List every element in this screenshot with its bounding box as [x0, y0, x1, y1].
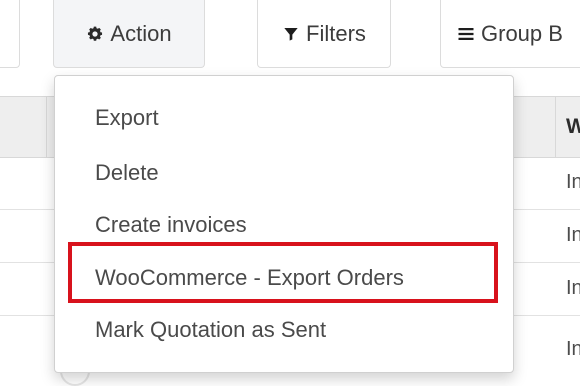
- action-button-label: Action: [110, 20, 172, 46]
- row-cell-partial: In: [566, 277, 580, 299]
- gear-icon: [86, 25, 104, 43]
- toolbar-left-button[interactable]: [0, 0, 20, 68]
- action-button[interactable]: Action: [53, 0, 205, 68]
- column-separator: [46, 97, 47, 157]
- bars-icon: [457, 25, 475, 43]
- control-panel-toolbar: Action Filters Group B: [0, 0, 580, 72]
- filters-button[interactable]: Filters: [257, 0, 391, 68]
- filters-button-label: Filters: [306, 20, 366, 46]
- group-by-button[interactable]: Group B: [440, 0, 580, 68]
- funnel-icon: [282, 25, 300, 43]
- row-cell-partial: In: [566, 224, 580, 246]
- menu-item-create-invoices[interactable]: Create invoices: [95, 212, 247, 238]
- column-header-partial[interactable]: W: [566, 115, 580, 139]
- menu-item-delete[interactable]: Delete: [95, 160, 159, 186]
- menu-item-mark-quotation-sent[interactable]: Mark Quotation as Sent: [95, 317, 326, 343]
- row-cell-partial: In: [566, 171, 580, 193]
- menu-item-export[interactable]: Export: [95, 105, 159, 131]
- action-dropdown-menu: Export Delete Create invoices WooCommerc…: [54, 75, 514, 373]
- row-cell-partial: In: [566, 338, 580, 360]
- highlight-box: [68, 242, 498, 303]
- column-separator: [555, 97, 556, 157]
- group-by-button-label: Group B: [481, 20, 563, 46]
